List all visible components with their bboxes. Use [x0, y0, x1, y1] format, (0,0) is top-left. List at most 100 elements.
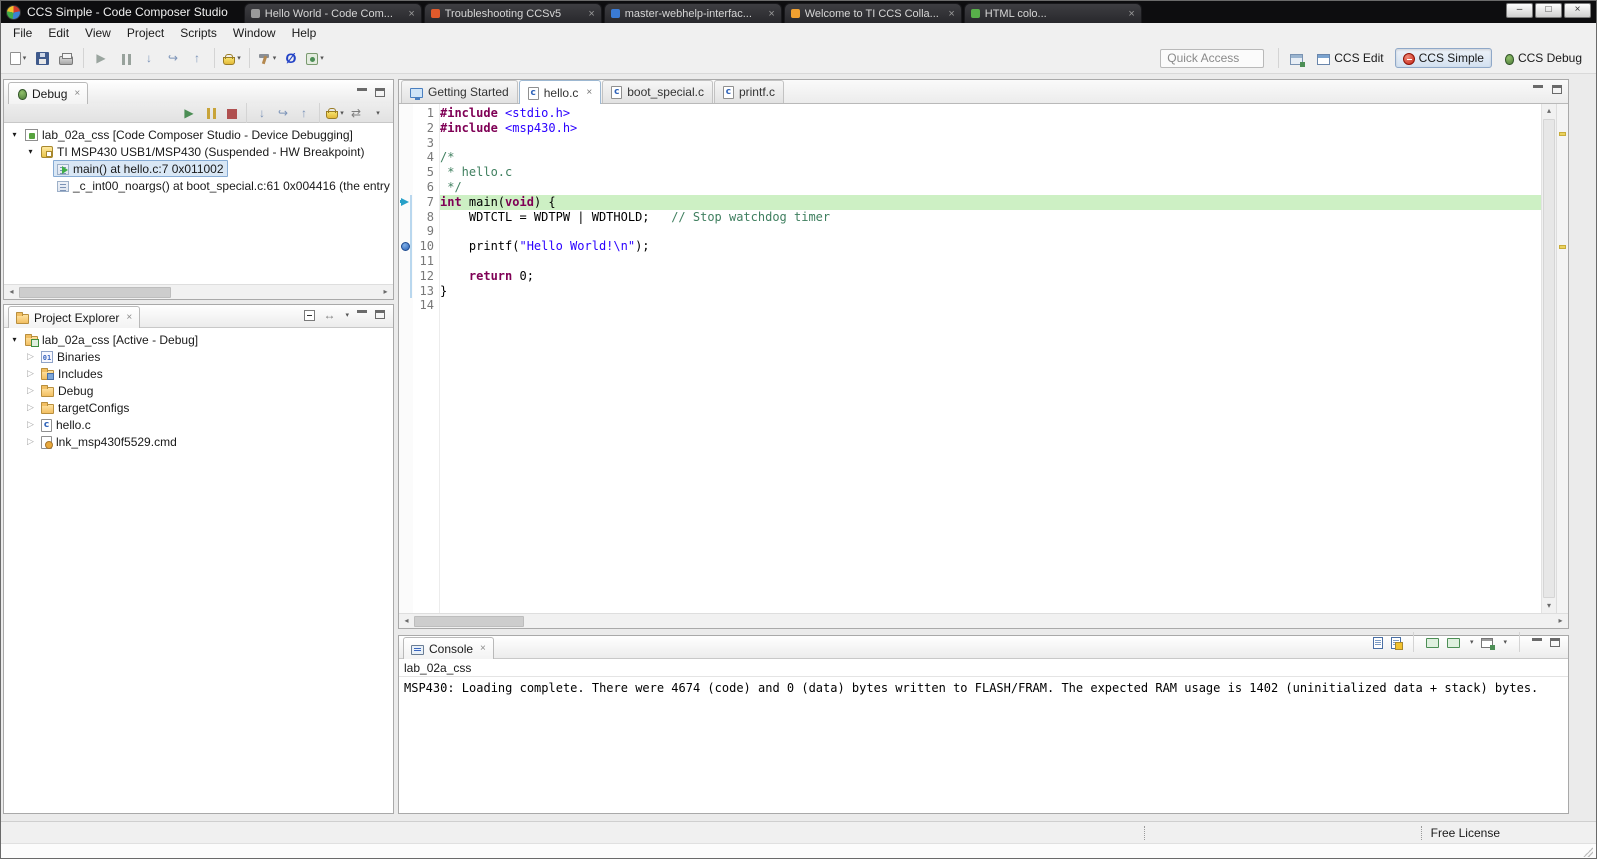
project-tree-item[interactable]: Includes: [37, 365, 107, 382]
scroll-right-button[interactable]: ▸: [378, 285, 393, 299]
code-line[interactable]: [440, 254, 1541, 269]
tree-expander-icon[interactable]: ▷: [24, 419, 37, 430]
scroll-left-button[interactable]: ◂: [4, 285, 19, 299]
project-tree-row[interactable]: ▷targetConfigs: [4, 399, 393, 416]
maximize-view-button[interactable]: [1552, 85, 1562, 94]
browser-tab-hello-world-code-com[interactable]: Hello World - Code Com...×: [244, 3, 422, 23]
suspend-button[interactable]: [200, 104, 220, 122]
scroll-up-button[interactable]: ▴: [1542, 104, 1556, 118]
code-line[interactable]: * hello.c: [440, 165, 1541, 180]
project-tree-item[interactable]: Debug: [37, 382, 97, 399]
tree-expander-icon[interactable]: ▷: [24, 402, 37, 413]
step-return-button[interactable]: ↑: [294, 104, 314, 122]
code-line[interactable]: #include <msp430.h>: [440, 121, 1541, 136]
project-tree-row[interactable]: ▷lnk_msp430f5529.cmd: [4, 433, 393, 450]
step-over-button[interactable]: ↪: [162, 47, 184, 69]
window-close-button[interactable]: ×: [1564, 3, 1591, 18]
view-menu-button[interactable]: ▾: [345, 311, 349, 319]
connect-target-button[interactable]: ⇄: [346, 104, 366, 122]
tab-close-icon[interactable]: ×: [948, 8, 954, 20]
menu-view[interactable]: View: [77, 24, 119, 42]
breakpoint-icon[interactable]: [401, 242, 410, 251]
console-output[interactable]: MSP430: Loading complete. There were 467…: [399, 677, 1568, 700]
project-tree-item[interactable]: Binaries: [37, 348, 104, 365]
overview-mark[interactable]: [1559, 132, 1566, 136]
minimize-view-button[interactable]: [357, 310, 367, 319]
scrollbar-thumb[interactable]: [414, 616, 524, 627]
overview-ruler[interactable]: [1556, 104, 1568, 613]
save-button[interactable]: [31, 47, 53, 69]
step-into-button[interactable]: ↓: [138, 47, 160, 69]
code-line[interactable]: [440, 224, 1541, 239]
editor-vertical-scrollbar[interactable]: ▴ ▾: [1541, 104, 1556, 613]
debug-tree-row[interactable]: ▾lab_02a_css [Code Composer Studio - Dev…: [4, 126, 393, 143]
flash-button[interactable]: ▾: [325, 104, 345, 122]
terminate-button[interactable]: [221, 104, 241, 122]
project-tree-row[interactable]: ▷Includes: [4, 365, 393, 382]
minimize-view-button[interactable]: [1532, 638, 1542, 647]
scroll-down-button[interactable]: ▾: [1542, 599, 1556, 613]
new-button[interactable]: ▾: [7, 47, 29, 69]
tab-close-icon[interactable]: ×: [768, 8, 774, 20]
code-line[interactable]: [440, 298, 1541, 313]
dropdown-icon[interactable]: ▾: [1503, 638, 1507, 646]
window-maximize-button[interactable]: □: [1535, 3, 1562, 18]
tab-close-icon[interactable]: ×: [480, 643, 486, 654]
resize-grip[interactable]: [1583, 847, 1593, 857]
project-tree-item[interactable]: targetConfigs: [37, 399, 133, 416]
show-console-button[interactable]: [1426, 638, 1439, 648]
clear-console-button[interactable]: [1373, 637, 1383, 649]
project-tree-row[interactable]: ▾lab_02a_css [Active - Debug]: [4, 331, 393, 348]
debug-horizontal-scrollbar[interactable]: ◂ ▸: [4, 284, 393, 299]
maximize-view-button[interactable]: [1550, 638, 1560, 647]
menu-window[interactable]: Window: [225, 24, 284, 42]
overview-mark[interactable]: [1559, 245, 1566, 249]
step-over-button[interactable]: ↪: [273, 104, 293, 122]
code-line[interactable]: }: [440, 284, 1541, 299]
collapse-all-button[interactable]: [304, 310, 315, 321]
tree-expander-icon[interactable]: ▷: [24, 368, 37, 379]
project-tree-item[interactable]: lnk_msp430f5529.cmd: [37, 433, 181, 450]
tree-expander-icon[interactable]: ▾: [8, 335, 21, 344]
editor-tab-hello-c[interactable]: hello.c×: [519, 80, 602, 104]
editor-horizontal-scrollbar[interactable]: ◂ ▸: [399, 613, 1568, 628]
code-line[interactable]: /*: [440, 150, 1541, 165]
debug-view-tab[interactable]: Debug ×: [8, 82, 88, 104]
editor-tab-printf-c[interactable]: printf.c: [714, 80, 784, 103]
perspective-ccs-simple[interactable]: CCS Simple: [1395, 48, 1492, 68]
print-button[interactable]: [55, 47, 77, 69]
debug-tree-item[interactable]: _c_int00_noargs() at boot_special.c:61 0…: [53, 177, 393, 194]
dropdown-icon[interactable]: ▾: [273, 54, 277, 62]
code-line[interactable]: */: [440, 180, 1541, 195]
browser-tab-html-colo[interactable]: HTML colo...×: [964, 3, 1142, 23]
resume-button[interactable]: ▶: [179, 104, 199, 122]
project-tree-item[interactable]: lab_02a_css [Active - Debug]: [21, 331, 202, 348]
tree-expander-icon[interactable]: ▷: [24, 385, 37, 396]
project-tree-row[interactable]: ▷Debug: [4, 382, 393, 399]
project-tree-row[interactable]: ▷Binaries: [4, 348, 393, 365]
code-line[interactable]: WDTCTL = WDTPW | WDTHOLD; // Stop watchd…: [440, 210, 1541, 225]
debug-tree-row[interactable]: main() at hello.c:7 0x011002: [4, 160, 393, 177]
link-with-editor-button[interactable]: ↔: [323, 309, 335, 321]
project-tree-row[interactable]: ▷hello.c: [4, 416, 393, 433]
dropdown-icon[interactable]: ▾: [23, 54, 27, 62]
code-line[interactable]: [440, 136, 1541, 151]
flash-button[interactable]: ▾: [221, 47, 243, 69]
code-line[interactable]: #include <stdio.h>: [440, 106, 1541, 121]
maximize-view-button[interactable]: [375, 310, 385, 319]
dropdown-icon[interactable]: ▾: [1470, 638, 1474, 646]
debug-tree-item[interactable]: lab_02a_css [Code Composer Studio - Devi…: [21, 126, 357, 143]
suspend-button[interactable]: [114, 47, 136, 69]
menu-edit[interactable]: Edit: [40, 24, 77, 42]
view-menu-button[interactable]: ▾: [367, 104, 387, 122]
browser-tab-master-webhelp-interfac[interactable]: master-webhelp-interfac...×: [604, 3, 782, 23]
tree-expander-icon[interactable]: ▷: [24, 436, 37, 447]
project-tree-item[interactable]: hello.c: [37, 416, 95, 433]
display-selected-console-button[interactable]: [1447, 638, 1460, 648]
dropdown-icon[interactable]: ▾: [237, 54, 241, 62]
scroll-right-button[interactable]: ▸: [1553, 614, 1568, 628]
halt-button[interactable]: Ø: [280, 47, 302, 69]
tab-close-icon[interactable]: ×: [126, 312, 132, 323]
menu-help[interactable]: Help: [284, 24, 325, 42]
open-perspective-button[interactable]: [1285, 47, 1307, 69]
